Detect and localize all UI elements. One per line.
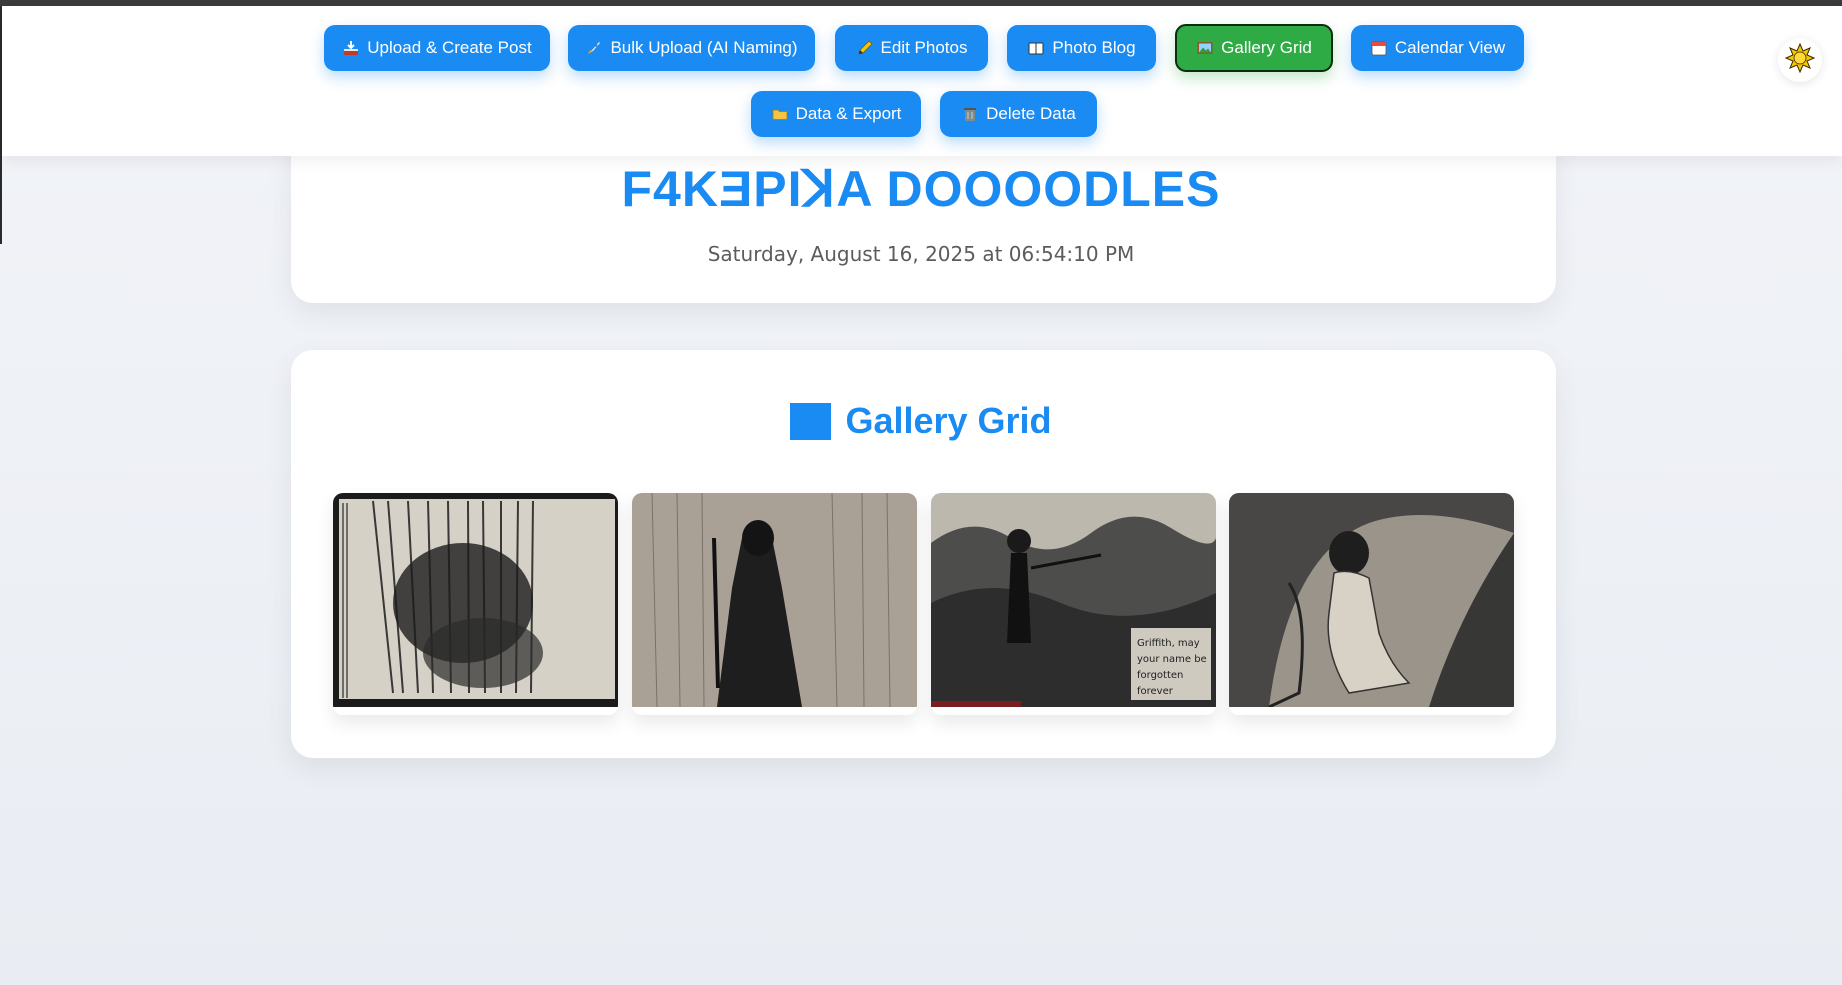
framed-picture-icon	[1196, 39, 1214, 57]
gallery-image-1[interactable]	[333, 493, 618, 715]
drawing-thumbnail	[632, 493, 917, 707]
calendar-view-button[interactable]: Calendar View	[1351, 25, 1524, 71]
theme-toggle-button[interactable]	[1778, 38, 1822, 82]
svg-text:Griffith, may: Griffith, may	[1137, 638, 1200, 649]
nav-button-label: Bulk Upload (AI Naming)	[610, 38, 798, 57]
photo-blog-button[interactable]: Photo Blog	[1007, 25, 1156, 71]
nav-button-label: Calendar View	[1394, 38, 1506, 57]
gallery-image-4[interactable]	[1229, 493, 1514, 715]
site-title: F4KƎPIꓘA DOOOODLES	[621, 161, 1221, 217]
current-timestamp: Saturday, August 16, 2025 at 06:54:10 PM	[707, 242, 1135, 266]
data-export-button[interactable]: Data & Export	[751, 91, 921, 137]
inbox-tray-icon	[342, 39, 360, 57]
svg-text:forgotten: forgotten	[1137, 670, 1183, 681]
nav-button-label: Upload & Create Post	[367, 38, 532, 57]
upload-create-post-button[interactable]: Upload & Create Post	[324, 25, 550, 71]
sun-icon	[1784, 42, 1816, 78]
pencil-icon	[856, 39, 874, 57]
edit-photos-button[interactable]: Edit Photos	[835, 25, 988, 71]
gallery-grid-button[interactable]: Gallery Grid	[1175, 24, 1333, 72]
book-icon	[1027, 39, 1045, 57]
gallery-heading: Gallery Grid	[0, 400, 1842, 442]
calendar-icon	[1370, 39, 1388, 57]
nav-button-label: Photo Blog	[1052, 38, 1136, 57]
nav-button-label: Gallery Grid	[1221, 38, 1312, 57]
gallery-image-3[interactable]: Griffith, may your name be forgotten for…	[931, 493, 1216, 715]
svg-text:forever: forever	[1137, 686, 1174, 697]
gallery-heading-text: Gallery Grid	[845, 400, 1052, 441]
svg-text:your name be: your name be	[1137, 654, 1207, 665]
delete-data-button[interactable]: Delete Data	[940, 91, 1097, 137]
bulk-upload-button[interactable]: Bulk Upload (AI Naming)	[568, 25, 815, 71]
trash-icon	[961, 105, 979, 123]
drawing-thumbnail: Griffith, may your name be forgotten for…	[931, 493, 1216, 707]
gallery-image-2[interactable]	[632, 493, 917, 715]
nav-button-label: Delete Data	[986, 104, 1076, 123]
nav-button-label: Data & Export	[795, 104, 902, 123]
blue-square-icon	[790, 402, 832, 440]
navigation-panel: Upload & Create Post Bulk Upload (AI Nam…	[2, 6, 1842, 156]
folder-icon	[771, 105, 789, 123]
nav-button-label: Edit Photos	[880, 38, 968, 57]
drawing-thumbnail	[1229, 493, 1514, 707]
drawing-thumbnail	[333, 493, 618, 707]
rocket-icon	[585, 39, 603, 57]
